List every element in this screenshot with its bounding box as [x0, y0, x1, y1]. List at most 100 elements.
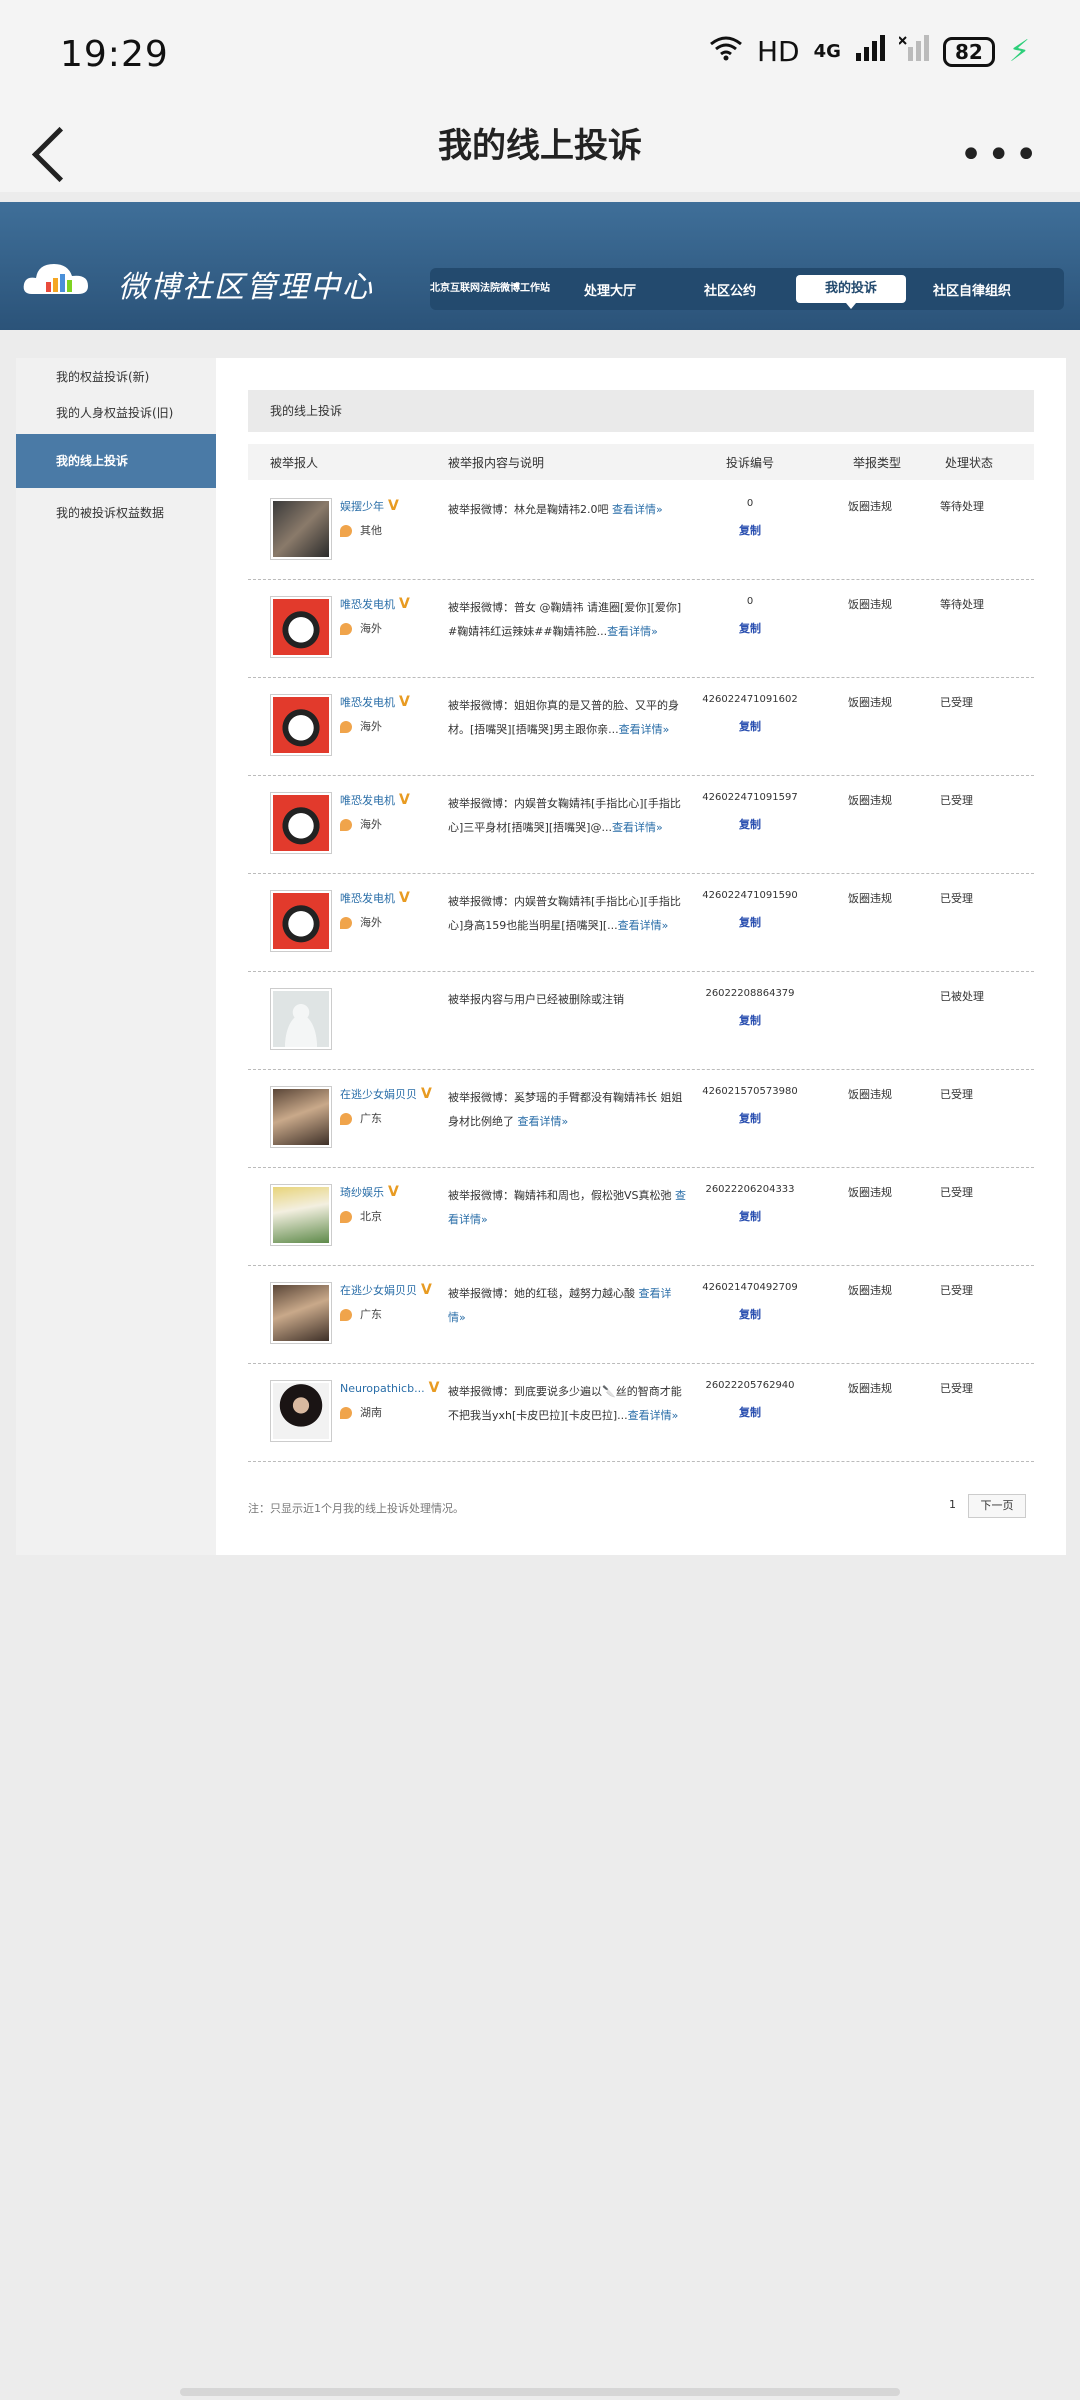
report-type: 饭圈违规	[848, 696, 892, 709]
table-row: 被举报内容与用户已经被删除或注销 26022208864379 复制 已被处理	[248, 972, 1034, 1070]
user-location: 广东	[340, 1110, 382, 1126]
status-text: 已受理	[940, 892, 973, 905]
verified-icon: V	[399, 596, 410, 612]
user-name[interactable]: 唯恐发电机 V	[340, 694, 410, 710]
report-type: 饭圈违规	[848, 500, 892, 513]
table-row: 唯恐发电机 V 海外 被举报微博：姐姐你真的是又普的脸、又平的身材。[捂嘴哭][捂…	[248, 678, 1034, 776]
nav-processing-hall[interactable]: 处理大厅	[550, 280, 670, 299]
site-title: 微博社区管理中心	[118, 270, 374, 305]
user-name[interactable]: 琦纱娱乐 V	[340, 1184, 399, 1200]
cloud-logo-icon	[23, 264, 88, 294]
home-indicator[interactable]	[180, 2388, 900, 2396]
status-text: 已受理	[940, 1284, 973, 1297]
verified-icon: V	[399, 694, 410, 710]
default-avatar-icon	[270, 988, 332, 1050]
table-row: 琦纱娱乐 V 北京 被举报微博：鞠婧祎和周也，假松弛VS真松弛 查看详情» 260…	[248, 1168, 1034, 1266]
charging-icon: ⚡	[1008, 34, 1030, 69]
status-text: 等待处理	[940, 598, 984, 611]
avatar[interactable]	[270, 890, 332, 952]
more-options-icon[interactable]: •••	[959, 132, 1042, 178]
complaint-desc: 被举报微博：内娱普女鞠婧祎[手指比心][手指比心]三平身材[捂嘴哭][捂嘴哭]@…	[448, 797, 681, 834]
no-signal-icon	[898, 35, 929, 68]
next-page-button[interactable]: 下一页	[968, 1494, 1026, 1518]
avatar[interactable]	[270, 1184, 332, 1246]
page-number[interactable]: 1	[949, 1498, 956, 1511]
copy-button[interactable]: 复制	[690, 816, 810, 832]
view-details-link[interactable]: 查看详情»	[518, 1115, 569, 1128]
report-type: 饭圈违规	[848, 892, 892, 905]
report-type: 饭圈违规	[848, 794, 892, 807]
avatar[interactable]	[270, 792, 332, 854]
verified-icon: V	[428, 1380, 440, 1396]
copy-button[interactable]: 复制	[690, 1306, 810, 1322]
location-icon	[340, 917, 352, 929]
user-location: 海外	[340, 620, 382, 636]
copy-button[interactable]: 复制	[690, 914, 810, 930]
view-details-link[interactable]: 查看详情»	[628, 1409, 679, 1422]
battery-icon: 82	[942, 36, 995, 67]
location-icon	[340, 525, 352, 537]
complaint-desc: 被举报微博：姐姐你真的是又普的脸、又平的身材。[捂嘴哭][捂嘴哭]男主跟你亲..…	[448, 699, 679, 736]
sidebar-item-personal-rights-old[interactable]: 我的人身权益投诉(旧)	[16, 404, 216, 421]
complaint-desc: 被举报微博：到底要说多少遍以🔪丝的智商才能不把我当yxh[卡皮巴拉][卡皮巴拉]…	[448, 1385, 682, 1422]
user-name[interactable]: 在逃少女娟贝贝 V	[340, 1086, 432, 1102]
sidebar-item-rights-new[interactable]: 我的权益投诉(新)	[16, 368, 216, 385]
report-type: 饭圈违规	[848, 1088, 892, 1101]
user-location: 海外	[340, 718, 382, 734]
user-location: 海外	[340, 816, 382, 832]
complaint-number: 26022208864379	[705, 988, 795, 999]
view-details-link[interactable]: 查看详情»	[619, 723, 670, 736]
status-text: 已受理	[940, 794, 973, 807]
view-details-link[interactable]: 查看详情»	[612, 821, 663, 834]
location-icon	[340, 1113, 352, 1125]
user-location: 湖南	[340, 1404, 382, 1420]
nav-beijing-court[interactable]: 北京互联网法院微博工作站	[430, 283, 550, 295]
copy-button[interactable]: 复制	[690, 1208, 810, 1224]
user-name[interactable]: 娱摆少年 V	[340, 498, 399, 514]
view-details-link[interactable]: 查看详情»	[618, 919, 669, 932]
view-details-link[interactable]: 查看详情»	[607, 625, 658, 638]
complaint-number: 426022471091602	[702, 694, 798, 705]
nav-community-rules[interactable]: 社区公约	[670, 280, 790, 299]
complaint-number: 426022471091597	[702, 792, 798, 803]
copy-button[interactable]: 复制	[690, 522, 810, 538]
status-text: 已受理	[940, 1382, 973, 1395]
complaint-number: 0	[746, 596, 754, 607]
nav-my-complaints[interactable]: 我的投诉	[796, 275, 906, 309]
avatar[interactable]	[270, 694, 332, 756]
verified-icon: V	[399, 890, 410, 906]
avatar[interactable]	[270, 1282, 332, 1344]
avatar[interactable]	[270, 596, 332, 658]
user-name[interactable]: Neuropathicb... V	[340, 1380, 439, 1396]
copy-button[interactable]: 复制	[690, 1110, 810, 1126]
complaint-number: 26022206204333	[705, 1184, 795, 1195]
sidebar-item-online-complaints[interactable]: 我的线上投诉	[16, 434, 216, 488]
user-name[interactable]: 在逃少女娟贝贝 V	[340, 1282, 432, 1298]
verified-icon: V	[388, 498, 399, 514]
user-location: 海外	[340, 914, 382, 930]
location-icon	[340, 819, 352, 831]
complaint-desc: 被举报微博：内娱普女鞠婧祎[手指比心][手指比心]身高159也能当明星[捂嘴哭]…	[448, 895, 681, 932]
copy-button[interactable]: 复制	[690, 1404, 810, 1420]
avatar[interactable]	[270, 1086, 332, 1148]
user-name[interactable]: 唯恐发电机 V	[340, 890, 410, 906]
complaint-number: 426021570573980	[702, 1086, 798, 1097]
nav-self-regulation[interactable]: 社区自律组织	[912, 280, 1032, 299]
location-icon	[340, 623, 352, 635]
user-name[interactable]: 唯恐发电机 V	[340, 792, 410, 808]
complaint-number: 426021470492709	[702, 1282, 798, 1293]
avatar[interactable]	[270, 1380, 332, 1442]
view-details-link[interactable]: 查看详情»	[612, 503, 663, 516]
status-text: 已受理	[940, 1088, 973, 1101]
verified-icon: V	[421, 1086, 432, 1102]
user-name[interactable]: 唯恐发电机 V	[340, 596, 410, 612]
sidebar-item-complained-data[interactable]: 我的被投诉权益数据	[16, 504, 216, 521]
copy-button[interactable]: 复制	[690, 718, 810, 734]
complaint-number: 26022205762940	[705, 1380, 795, 1391]
table-row: 在逃少女娟贝贝 V 广东 被举报微博：奚梦瑶的手臂都没有鞠婧祎长 姐姐身材比例绝了…	[248, 1070, 1034, 1168]
hd-label: HD	[756, 35, 800, 68]
copy-button[interactable]: 复制	[690, 1012, 810, 1028]
content-panel: 我的权益投诉(新) 我的人身权益投诉(旧) 我的线上投诉 我的被投诉权益数据 我…	[16, 358, 1066, 1555]
copy-button[interactable]: 复制	[690, 620, 810, 636]
avatar[interactable]	[270, 498, 332, 560]
